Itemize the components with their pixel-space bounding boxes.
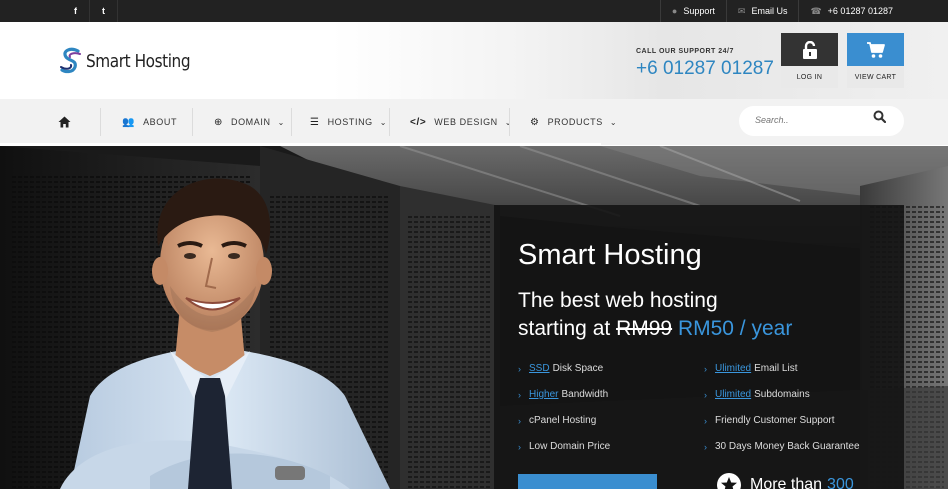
feature-highlight[interactable]: Ulimited <box>715 389 751 400</box>
hero-title: Smart Hosting <box>518 239 702 271</box>
twitter-icon[interactable]: t <box>90 0 118 22</box>
chevron-down-icon: ⌄ <box>277 117 285 127</box>
nav-item-domain[interactable]: ⊕ DOMAIN ⌄ <box>214 99 285 145</box>
more-prefix: More than <box>750 476 823 489</box>
call-number[interactable]: +6 01287 01287 <box>636 58 774 80</box>
hero-cta-button[interactable] <box>518 474 657 489</box>
feature-highlight[interactable]: SSD <box>529 363 550 374</box>
chevron-right-icon: › <box>704 389 707 400</box>
envelope-icon: ✉ <box>737 5 746 16</box>
nav-home[interactable] <box>58 99 71 145</box>
call-label: CALL OUR SUPPORT 24/7 <box>636 48 734 55</box>
feature-text: cPanel Hosting <box>529 415 597 426</box>
search-icon[interactable] <box>873 110 886 123</box>
chevron-right-icon: › <box>704 441 707 452</box>
hero-promo-panel: Smart Hosting The best web hosting start… <box>494 205 904 489</box>
search-box <box>739 106 904 136</box>
nav-item-hosting[interactable]: ☰ HOSTING ⌄ <box>310 99 387 145</box>
login-label: LOG IN <box>781 66 838 88</box>
nav-products-label: PRODUCTS <box>547 117 603 127</box>
info-icon: ● <box>671 6 678 16</box>
feature-item: › Friendly Customer Support <box>704 415 835 426</box>
nav-item-products[interactable]: ⚙ PRODUCTS ⌄ <box>530 99 617 145</box>
code-icon: </> <box>410 116 427 128</box>
facebook-icon[interactable]: f <box>62 0 90 22</box>
feature-highlight[interactable]: Ulimited <box>715 363 751 374</box>
home-icon <box>58 116 71 128</box>
logo-mark-icon <box>60 47 81 74</box>
feature-highlight[interactable]: Higher <box>529 389 558 400</box>
phone-icon: ☎ <box>810 5 822 16</box>
feature-item: › Ulimited Subdomains <box>704 389 810 400</box>
globe-icon: ⊕ <box>214 116 223 128</box>
feature-text: Low Domain Price <box>529 441 611 452</box>
unlock-icon <box>802 40 817 59</box>
cart-icon <box>866 41 885 58</box>
feature-item: › Higher Bandwidth <box>518 389 608 400</box>
feature-text: Subdomains <box>754 389 810 400</box>
brand-name: Smart Hosting <box>86 50 191 72</box>
old-price: RM99 <box>616 317 673 340</box>
chevron-right-icon: › <box>518 415 521 426</box>
chevron-right-icon: › <box>704 363 707 374</box>
cogs-icon: ⚙ <box>530 116 540 128</box>
support-callout: CALL OUR SUPPORT 24/7 +6 01287 01287 <box>636 48 774 80</box>
chevron-right-icon: › <box>518 441 521 452</box>
feature-item: › Low Domain Price <box>518 441 610 452</box>
hero-price-line: starting at RM99 RM50 / year <box>518 317 792 341</box>
nav-item-about[interactable]: 👥 ABOUT <box>122 99 177 145</box>
feature-text: 30 Days Money Back Guarantee <box>715 441 860 452</box>
social-links: f t <box>62 0 118 22</box>
more-than-counter: More than 300 <box>716 472 854 489</box>
support-label: Support <box>683 6 715 16</box>
site-logo[interactable]: Smart Hosting <box>60 46 209 76</box>
chevron-right-icon: › <box>518 363 521 374</box>
feature-item: › Ulimited Email List <box>704 363 797 374</box>
phone-label: +6 01287 01287 <box>827 6 893 16</box>
hero-subtitle: The best web hosting <box>518 289 718 312</box>
star-badge-icon <box>717 473 741 489</box>
nav-item-web-design[interactable]: </> WEB DESIGN ⌄ <box>410 99 512 145</box>
feature-text: Disk Space <box>552 363 604 374</box>
feature-text: Email List <box>754 363 798 374</box>
chevron-right-icon: › <box>704 415 707 426</box>
nav-web-design-label: WEB DESIGN <box>434 117 498 127</box>
more-count: 300 <box>827 476 854 489</box>
new-price: RM50 / year <box>677 317 793 340</box>
site-header: Smart Hosting CALL OUR SUPPORT 24/7 +6 0… <box>0 22 948 99</box>
support-link[interactable]: ● Support <box>659 0 726 22</box>
email-label: Email Us <box>751 6 788 16</box>
view-cart-button[interactable]: VIEW CART <box>847 33 904 88</box>
chevron-down-icon: ⌄ <box>379 117 388 127</box>
nav-domain-label: DOMAIN <box>230 117 271 127</box>
users-icon: 👥 <box>122 116 136 128</box>
feature-text: Friendly Customer Support <box>715 415 835 426</box>
email-link[interactable]: ✉ Email Us <box>725 0 799 22</box>
chevron-right-icon: › <box>518 389 521 400</box>
feature-item: › 30 Days Money Back Guarantee <box>704 441 860 452</box>
search-input[interactable] <box>755 115 865 125</box>
feature-text: Bandwidth <box>561 389 609 400</box>
feature-item: › cPanel Hosting <box>518 415 596 426</box>
feature-item: › SSD Disk Space <box>518 363 603 374</box>
chevron-down-icon: ⌄ <box>609 117 618 127</box>
phone-link[interactable]: ☎ +6 01287 01287 <box>798 0 904 22</box>
top-links: ● Support ✉ Email Us ☎ +6 01287 01287 <box>659 0 904 22</box>
price-prefix: starting at <box>518 317 611 340</box>
top-bar: f t ● Support ✉ Email Us ☎ +6 01287 0128… <box>0 0 948 22</box>
nav-about-label: ABOUT <box>143 117 178 127</box>
login-button[interactable]: LOG IN <box>781 33 838 88</box>
hero-banner: Smart Hosting The best web hosting start… <box>0 146 948 489</box>
server-icon: ☰ <box>310 116 320 128</box>
nav-hosting-label: HOSTING <box>327 117 373 127</box>
cart-label: VIEW CART <box>847 66 904 88</box>
businessman-image <box>60 178 390 489</box>
